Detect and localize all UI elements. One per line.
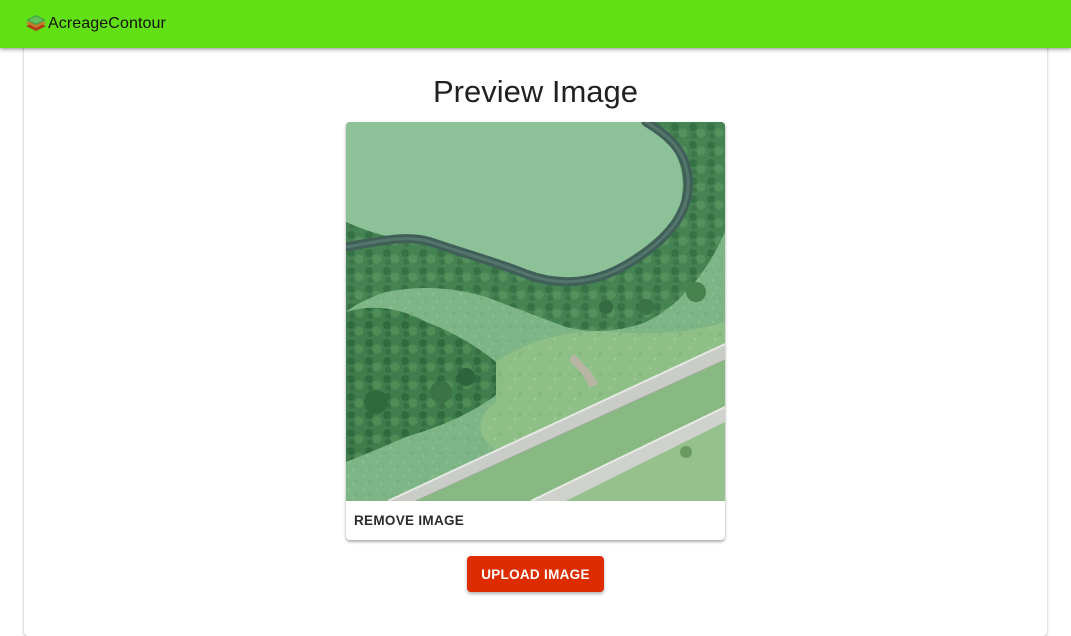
aerial-farmland-photo (346, 122, 725, 501)
card-actions: REMOVE IMAGE (346, 501, 725, 540)
layered-land-icon (26, 15, 46, 31)
upload-image-button[interactable]: UPLOAD IMAGE (467, 556, 604, 592)
brand-name: AcreageContour (48, 15, 166, 32)
image-preview-card: REMOVE IMAGE (346, 122, 725, 540)
app-bar: AcreageContour (0, 0, 1071, 48)
page-title: Preview Image (432, 74, 639, 109)
remove-image-button[interactable]: REMOVE IMAGE (350, 506, 468, 536)
brand-link[interactable]: AcreageContour (24, 0, 166, 48)
